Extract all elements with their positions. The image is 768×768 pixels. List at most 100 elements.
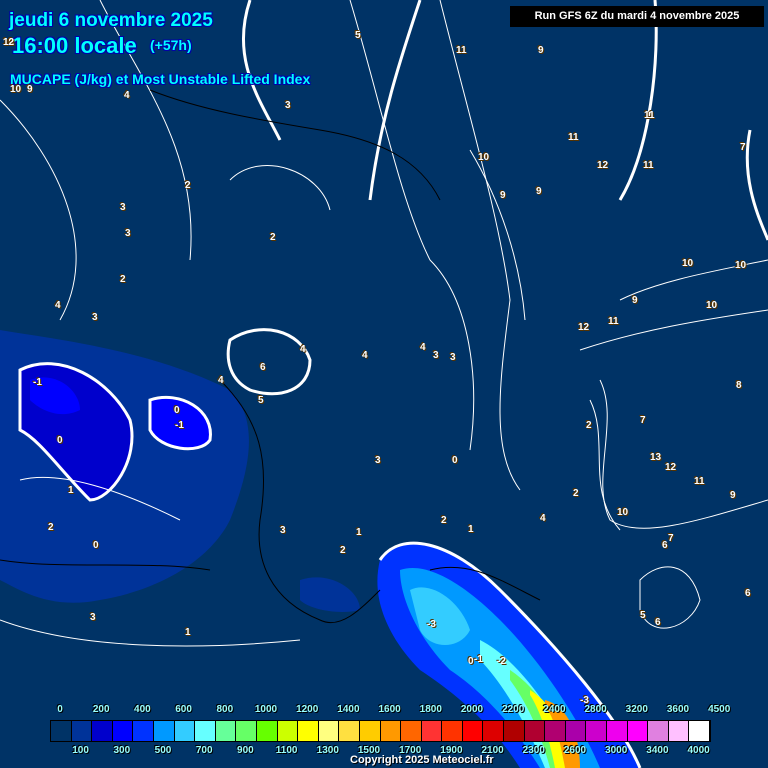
lifted-index-label: 1 [185, 627, 191, 638]
lifted-index-label: 4 [55, 300, 61, 311]
lifted-index-label: 4 [420, 342, 426, 353]
legend-tick-top: 200 [92, 704, 110, 715]
lifted-index-label: 6 [745, 588, 751, 599]
lifted-index-label: 4 [218, 375, 224, 386]
color-legend-bar [50, 720, 711, 742]
legend-swatch [236, 721, 257, 741]
lifted-index-label: 11 [644, 110, 655, 121]
legend-tick-bottom: 4000 [687, 745, 710, 756]
legend-swatch [524, 721, 546, 741]
parameter-title: MUCAPE (J/kg) et Most Unstable Lifted In… [10, 71, 311, 87]
lifted-index-label: 12 [597, 160, 609, 171]
lifted-index-label: 10 [682, 258, 694, 269]
legend-swatch [648, 721, 669, 741]
lifted-index-label: 2 [48, 522, 54, 533]
legend-tick-bottom: 1100 [275, 745, 298, 756]
legend-swatch [277, 721, 299, 741]
lifted-index-label: 7 [740, 142, 746, 153]
lifted-index-label: 6 [260, 362, 266, 373]
lifted-index-label: 11 [694, 476, 705, 487]
lifted-index-label: -1 [175, 420, 184, 431]
lifted-index-label: 9 [730, 490, 736, 501]
legend-swatch [689, 721, 710, 741]
legend-swatch [545, 721, 566, 741]
lifted-index-label: 3 [375, 455, 381, 466]
lifted-index-label: 12 [578, 322, 590, 333]
legend-swatch [256, 721, 278, 741]
legend-swatch [401, 721, 422, 741]
forecast-date: jeudi 6 novembre 2025 [9, 10, 213, 31]
legend-tick-bottom: 700 [195, 745, 213, 756]
legend-swatch [504, 721, 525, 741]
lifted-index-label: 2 [586, 420, 592, 431]
lifted-index-label: 9 [538, 45, 544, 56]
lifted-index-label: -1 [474, 654, 483, 665]
legend-tick-top: 1800 [419, 704, 442, 715]
legend-swatch [627, 721, 649, 741]
legend-tick-top: 1000 [254, 704, 278, 715]
lifted-index-label: 3 [450, 352, 456, 363]
legend-tick-top: 3200 [625, 704, 648, 715]
legend-swatch [133, 721, 154, 741]
lifted-index-label: 11 [456, 45, 467, 56]
legend-tick-top: 2400 [543, 704, 566, 715]
legend-swatch [359, 721, 381, 741]
legend-tick-top: 600 [175, 704, 192, 715]
lifted-index-label: 12 [3, 37, 15, 48]
legend-tick-top: 800 [216, 704, 234, 715]
lifted-index-label: 12 [665, 462, 677, 473]
lifted-index-label: 3 [120, 202, 126, 213]
legend-swatch [112, 721, 134, 741]
lifted-index-label: 9 [27, 84, 33, 95]
legend-tick-top: 400 [134, 704, 151, 715]
lifted-index-label: 4 [300, 344, 306, 355]
lifted-index-label: 0 [468, 656, 474, 667]
legend-swatch [318, 721, 340, 741]
lifted-index-label: 3 [92, 312, 98, 323]
lifted-index-label: 10 [735, 260, 747, 271]
lifted-index-label: 4 [124, 90, 130, 101]
legend-swatch [565, 721, 587, 741]
legend-tick-bottom: 100 [72, 745, 89, 756]
lifted-index-label: 2 [120, 274, 126, 285]
lifted-index-label: 10 [706, 300, 718, 311]
lifted-index-label: 9 [500, 190, 506, 201]
forecast-lead-time: (+57h) [150, 37, 192, 53]
lifted-index-label: 6 [662, 540, 668, 551]
lifted-index-label: 3 [285, 100, 291, 111]
lifted-index-label: 5 [355, 30, 361, 41]
lifted-index-label: 7 [668, 533, 674, 544]
lifted-index-label: -3 [427, 619, 436, 630]
legend-swatch [607, 721, 628, 741]
legend-swatch [668, 721, 690, 741]
legend-swatch [421, 721, 443, 741]
lifted-index-label: 0 [452, 455, 458, 466]
lifted-index-label: 1 [356, 527, 362, 538]
lifted-index-label: 2 [340, 545, 346, 556]
legend-swatch [339, 721, 360, 741]
legend-tick-bottom: 3000 [605, 745, 628, 756]
lifted-index-label: 5 [640, 610, 646, 621]
legend-swatch [586, 721, 608, 741]
lifted-index-label: 2 [185, 180, 191, 191]
legend-tick-bottom: 500 [154, 745, 172, 756]
lifted-index-label: 1 [68, 485, 74, 496]
legend-swatch [380, 721, 402, 741]
lifted-index-label: 10 [10, 84, 22, 95]
lifted-index-label: 7 [640, 415, 646, 426]
lifted-index-label: 1 [468, 524, 474, 535]
lifted-index-label: 4 [362, 350, 368, 361]
legend-tick-bottom: 2600 [563, 745, 587, 756]
lifted-index-label: 0 [93, 540, 99, 551]
lifted-index-label: 9 [536, 186, 542, 197]
legend-tick-bottom: 3400 [646, 745, 669, 756]
lifted-index-label: 11 [643, 160, 654, 171]
model-run-info: Run GFS 6Z du mardi 4 novembre 2025 [510, 6, 764, 27]
lifted-index-label: 6 [655, 617, 661, 628]
lifted-index-label: 10 [617, 507, 629, 518]
lifted-index-label: 11 [608, 316, 619, 327]
legend-swatch [215, 721, 237, 741]
lifted-index-label: 3 [280, 525, 286, 536]
legend-tick-top: 3600 [666, 704, 690, 715]
lifted-index-label: 8 [736, 380, 742, 391]
